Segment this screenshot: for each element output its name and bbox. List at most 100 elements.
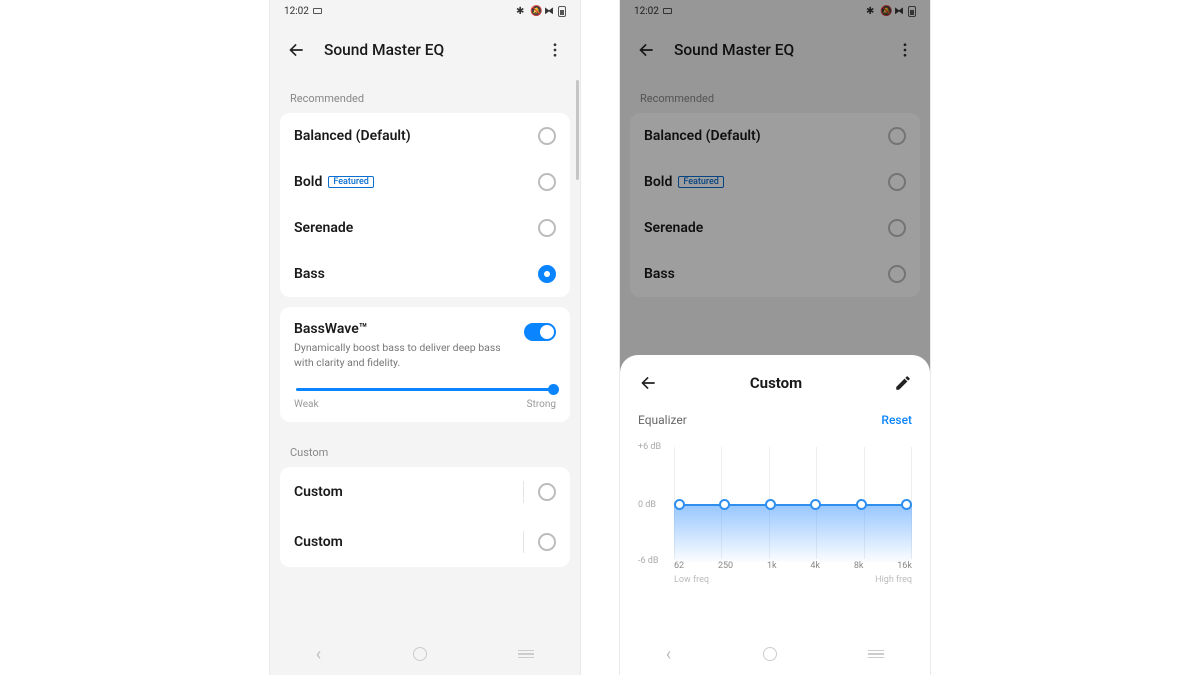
basswave-title: BassWave™ — [294, 321, 514, 337]
battery-icon — [558, 6, 566, 17]
eq-handle-16k[interactable] — [901, 499, 912, 510]
radio-unchecked-icon[interactable] — [538, 219, 556, 237]
preset-bold-label: Bold — [294, 174, 322, 190]
slider-max-label: Strong — [527, 399, 556, 410]
divider — [523, 531, 524, 553]
preset-balanced-label: Balanced (Default) — [294, 128, 411, 144]
preset-bold: Bold Featured — [630, 159, 920, 205]
preset-serenade[interactable]: Serenade — [280, 205, 570, 251]
custom-preset-1-label: Custom — [294, 534, 519, 550]
custom-list-card: Custom Custom — [280, 467, 570, 567]
preset-serenade: Serenade — [630, 205, 920, 251]
nfc-icon: ✱ — [516, 6, 526, 16]
battery-icon — [908, 6, 916, 17]
more-icon[interactable] — [546, 41, 564, 59]
eq-xtick-5: 16k — [897, 561, 912, 571]
radio-unchecked-icon — [888, 127, 906, 145]
preset-list-card: Balanced (Default) Bold Featured Serenad… — [630, 113, 920, 297]
eq-xtick-2: 1k — [767, 561, 777, 571]
featured-badge: Featured — [328, 176, 374, 188]
phone-screenshot-left: 12:02 ✱ 🔕 ⧓ Sound Master EQ Recommended … — [270, 0, 580, 675]
radio-unchecked-icon[interactable] — [538, 533, 556, 551]
sheet-back-icon[interactable] — [638, 373, 658, 393]
preset-bass-label: Bass — [644, 266, 675, 282]
reset-button[interactable]: Reset — [881, 413, 912, 427]
page-title: Sound Master EQ — [324, 41, 528, 59]
eq-ytick-mid: 0 dB — [638, 500, 656, 510]
preset-balanced[interactable]: Balanced (Default) — [280, 113, 570, 159]
radio-unchecked-icon[interactable] — [538, 483, 556, 501]
scroll-thumb[interactable] — [576, 80, 579, 180]
preset-bold[interactable]: Bold Featured — [280, 159, 570, 205]
preset-list-card: Balanced (Default) Bold Featured Serenad… — [280, 113, 570, 297]
section-label-custom: Custom — [270, 432, 580, 467]
section-label-recommended: Recommended — [270, 78, 580, 113]
eq-xtick-1: 250 — [718, 561, 733, 571]
wifi-icon: ⧓ — [544, 6, 554, 16]
eq-xtick-0: 62 — [674, 561, 684, 571]
page-title: Sound Master EQ — [674, 41, 878, 59]
slider-thumb-icon[interactable] — [548, 384, 559, 395]
nav-home-button[interactable] — [763, 647, 777, 661]
section-label-recommended: Recommended — [620, 78, 930, 113]
preset-bass[interactable]: Bass — [280, 251, 570, 297]
preset-bass: Bass — [630, 251, 920, 297]
eq-handle-250[interactable] — [719, 499, 730, 510]
featured-badge: Featured — [678, 176, 724, 188]
eq-handle-8k[interactable] — [856, 499, 867, 510]
custom-preset-1[interactable]: Custom — [280, 517, 570, 567]
app-header: Sound Master EQ — [270, 22, 580, 78]
eq-ytick-top: +6 dB — [638, 442, 661, 452]
eq-fill-area — [674, 504, 912, 562]
divider — [523, 481, 524, 503]
status-time: 12:02 — [634, 6, 659, 17]
phone-screenshot-right: 12:02 ✱ 🔕 ⧓ Sound Master EQ Recommended … — [620, 0, 930, 675]
radio-unchecked-icon[interactable] — [538, 127, 556, 145]
status-time: 12:02 — [284, 6, 309, 17]
eq-handles — [674, 499, 912, 510]
eq-handle-1k[interactable] — [765, 499, 776, 510]
status-indicator-icon — [313, 8, 322, 14]
eq-handle-4k[interactable] — [810, 499, 821, 510]
radio-unchecked-icon — [888, 265, 906, 283]
preset-balanced-label: Balanced (Default) — [644, 128, 761, 144]
more-icon — [896, 41, 914, 59]
nav-back-button[interactable]: ‹ — [666, 644, 671, 665]
custom-preset-0-label: Custom — [294, 484, 519, 500]
eq-handle-62[interactable] — [674, 499, 685, 510]
back-icon — [636, 40, 656, 60]
eq-ytick-bottom: -6 dB — [638, 556, 658, 566]
back-icon[interactable] — [286, 40, 306, 60]
slider-min-label: Weak — [294, 399, 319, 410]
radio-checked-icon[interactable] — [538, 265, 556, 283]
edit-icon[interactable] — [894, 374, 912, 392]
equalizer-graph[interactable]: +6 dB 0 dB -6 dB 62 250 1k 4k — [674, 441, 912, 581]
preset-bass-label: Bass — [294, 266, 325, 282]
eq-xtick-3: 4k — [810, 561, 820, 571]
basswave-toggle[interactable] — [524, 323, 556, 341]
mute-icon: 🔕 — [880, 6, 890, 16]
nfc-icon: ✱ — [866, 6, 876, 16]
basswave-slider[interactable]: Weak Strong — [294, 388, 556, 410]
app-header: Sound Master EQ — [620, 22, 930, 78]
basswave-card: BassWave™ Dynamically boost bass to deli… — [280, 307, 570, 422]
nav-recent-button[interactable] — [868, 650, 884, 659]
nav-back-button[interactable]: ‹ — [316, 644, 321, 665]
preset-serenade-label: Serenade — [294, 220, 353, 236]
custom-eq-sheet: Custom Equalizer Reset +6 dB 0 dB -6 dB — [620, 355, 930, 675]
status-bar: 12:02 ✱ 🔕 ⧓ — [270, 0, 580, 22]
radio-unchecked-icon — [888, 173, 906, 191]
status-bar: 12:02 ✱ 🔕 ⧓ — [620, 0, 930, 22]
equalizer-label: Equalizer — [638, 413, 687, 427]
nav-recent-button[interactable] — [518, 650, 534, 659]
mute-icon: 🔕 — [530, 6, 540, 16]
eq-xtick-4: 8k — [854, 561, 864, 571]
custom-preset-0[interactable]: Custom — [280, 467, 570, 517]
system-nav-bar: ‹ — [620, 633, 930, 675]
basswave-description: Dynamically boost bass to deliver deep b… — [294, 341, 504, 370]
preset-balanced: Balanced (Default) — [630, 113, 920, 159]
wifi-icon: ⧓ — [894, 6, 904, 16]
system-nav-bar: ‹ — [270, 633, 580, 675]
nav-home-button[interactable] — [413, 647, 427, 661]
radio-unchecked-icon[interactable] — [538, 173, 556, 191]
